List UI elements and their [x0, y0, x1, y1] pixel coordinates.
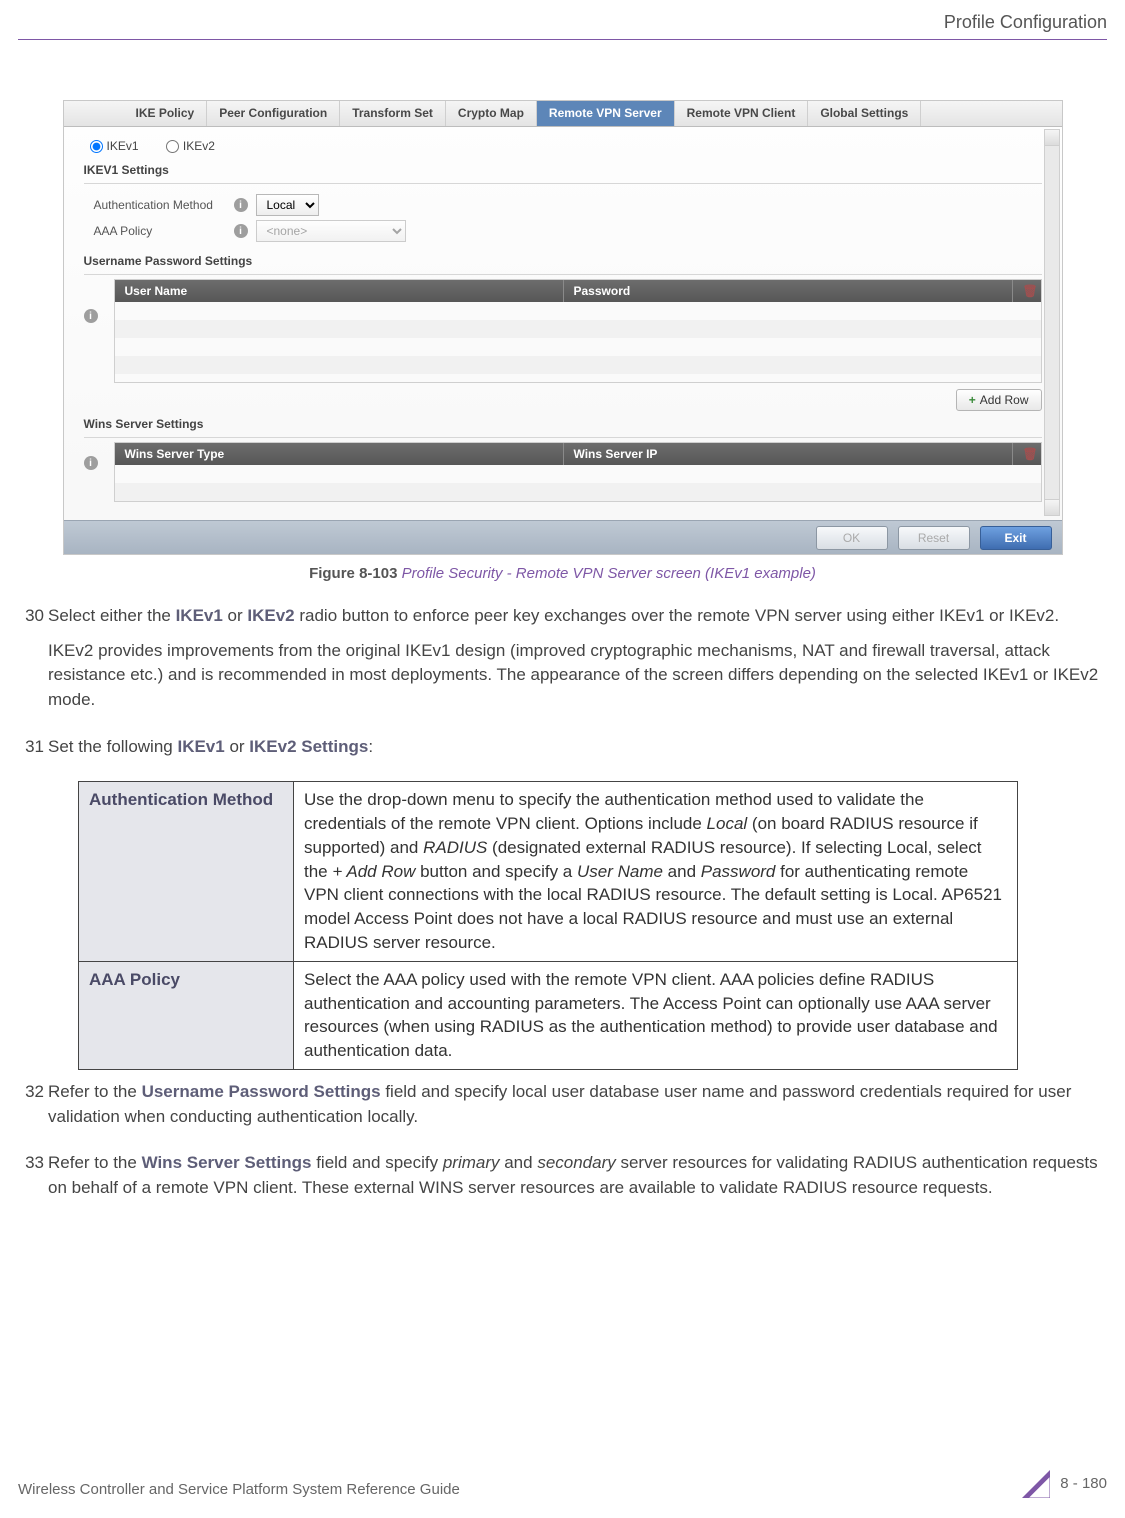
footer-left: Wireless Controller and Service Platform… — [18, 1481, 460, 1498]
page-number: 8 - 180 — [1060, 1475, 1107, 1492]
button-bar: OK Reset Exit — [64, 520, 1062, 554]
step-33-paragraph: Refer to the Wins Server Settings field … — [48, 1151, 1101, 1200]
figure-text: Profile Security - Remote VPN Server scr… — [402, 565, 816, 582]
scroll-up-icon[interactable] — [1045, 130, 1059, 146]
info-icon: i — [84, 309, 98, 323]
tab-peer-configuration[interactable]: Peer Configuration — [207, 101, 340, 126]
col-password: Password — [564, 280, 1013, 302]
reset-button[interactable]: Reset — [898, 526, 970, 550]
figure-number: Figure 8-103 — [309, 565, 397, 582]
tab-crypto-map[interactable]: Crypto Map — [446, 101, 537, 126]
screenshot-figure: IKE Policy Peer Configuration Transform … — [63, 100, 1063, 555]
info-icon: i — [234, 224, 248, 238]
step-number: 31 — [24, 735, 48, 770]
aaa-policy-select[interactable]: <none> — [256, 220, 406, 242]
aaa-policy-label: AAA Policy — [94, 224, 234, 238]
table-row: AAA Policy Select the AAA policy used wi… — [79, 961, 1018, 1069]
section-header-text: Profile Configuration — [944, 12, 1107, 32]
footer-right: 8 - 180 — [1022, 1470, 1107, 1498]
ok-button[interactable]: OK — [816, 526, 888, 550]
radio-ikev1[interactable]: IKEv1 — [90, 139, 139, 153]
tab-bar: IKE Policy Peer Configuration Transform … — [64, 101, 1062, 127]
step-32-paragraph: Refer to the Username Password Settings … — [48, 1080, 1101, 1129]
section-header: Profile Configuration — [18, 0, 1107, 40]
add-row-label: Add Row — [980, 393, 1029, 407]
info-icon: i — [84, 456, 98, 470]
exit-button[interactable]: Exit — [980, 526, 1052, 550]
tab-global-settings[interactable]: Global Settings — [808, 101, 921, 126]
grid-body[interactable] — [115, 302, 1041, 382]
plus-icon: + — [969, 393, 976, 407]
ikev1-settings-title: IKEV1 Settings — [84, 163, 1042, 177]
grid-body[interactable] — [115, 465, 1041, 501]
info-icon: i — [234, 198, 248, 212]
page-footer: Wireless Controller and Service Platform… — [18, 1470, 1107, 1498]
scroll-down-icon[interactable] — [1045, 499, 1059, 515]
username-password-grid: User Name Password 🗑 — [114, 279, 1042, 383]
step-30-paragraph-1: Select either the IKEv1 or IKEv2 radio b… — [48, 604, 1101, 629]
auth-method-select[interactable]: Local — [256, 194, 319, 216]
auth-method-value: Use the drop-down menu to specify the au… — [294, 782, 1018, 962]
col-wins-ip: Wins Server IP — [564, 443, 1013, 465]
page-corner-icon — [1022, 1470, 1050, 1498]
col-username: User Name — [115, 280, 564, 302]
trash-icon[interactable]: 🗑 — [1023, 447, 1038, 461]
radio-ikev2-label: IKEv2 — [183, 139, 215, 153]
tab-ike-policy[interactable]: IKE Policy — [124, 101, 208, 126]
radio-ikev1-input[interactable] — [90, 140, 103, 153]
tab-transform-set[interactable]: Transform Set — [340, 101, 446, 126]
figure-caption: Figure 8-103 Profile Security - Remote V… — [18, 565, 1107, 582]
step-number: 30 — [24, 604, 48, 723]
trash-icon[interactable]: 🗑 — [1023, 284, 1038, 298]
wins-server-grid: Wins Server Type Wins Server IP 🗑 — [114, 442, 1042, 502]
radio-ikev2[interactable]: IKEv2 — [166, 139, 215, 153]
aaa-policy-value: Select the AAA policy used with the remo… — [294, 961, 1018, 1069]
table-row: Authentication Method Use the drop-down … — [79, 782, 1018, 962]
settings-table: Authentication Method Use the drop-down … — [78, 781, 1018, 1070]
step-31-paragraph: Set the following IKEv1 or IKEv2 Setting… — [48, 735, 1101, 760]
aaa-policy-key: AAA Policy — [79, 961, 294, 1069]
scrollbar[interactable] — [1044, 129, 1060, 516]
wins-server-title: Wins Server Settings — [84, 417, 1042, 431]
auth-method-label: Authentication Method — [94, 198, 234, 212]
step-30-paragraph-2: IKEv2 provides improvements from the ori… — [48, 639, 1101, 713]
radio-ikev1-label: IKEv1 — [107, 139, 139, 153]
tab-remote-vpn-server[interactable]: Remote VPN Server — [537, 101, 675, 126]
step-number: 33 — [24, 1151, 48, 1210]
auth-method-key: Authentication Method — [79, 782, 294, 962]
add-row-button[interactable]: + Add Row — [956, 389, 1042, 411]
radio-ikev2-input[interactable] — [166, 140, 179, 153]
tab-remote-vpn-client[interactable]: Remote VPN Client — [675, 101, 809, 126]
col-wins-type: Wins Server Type — [115, 443, 564, 465]
step-number: 32 — [24, 1080, 48, 1139]
username-password-title: Username Password Settings — [84, 254, 1042, 268]
